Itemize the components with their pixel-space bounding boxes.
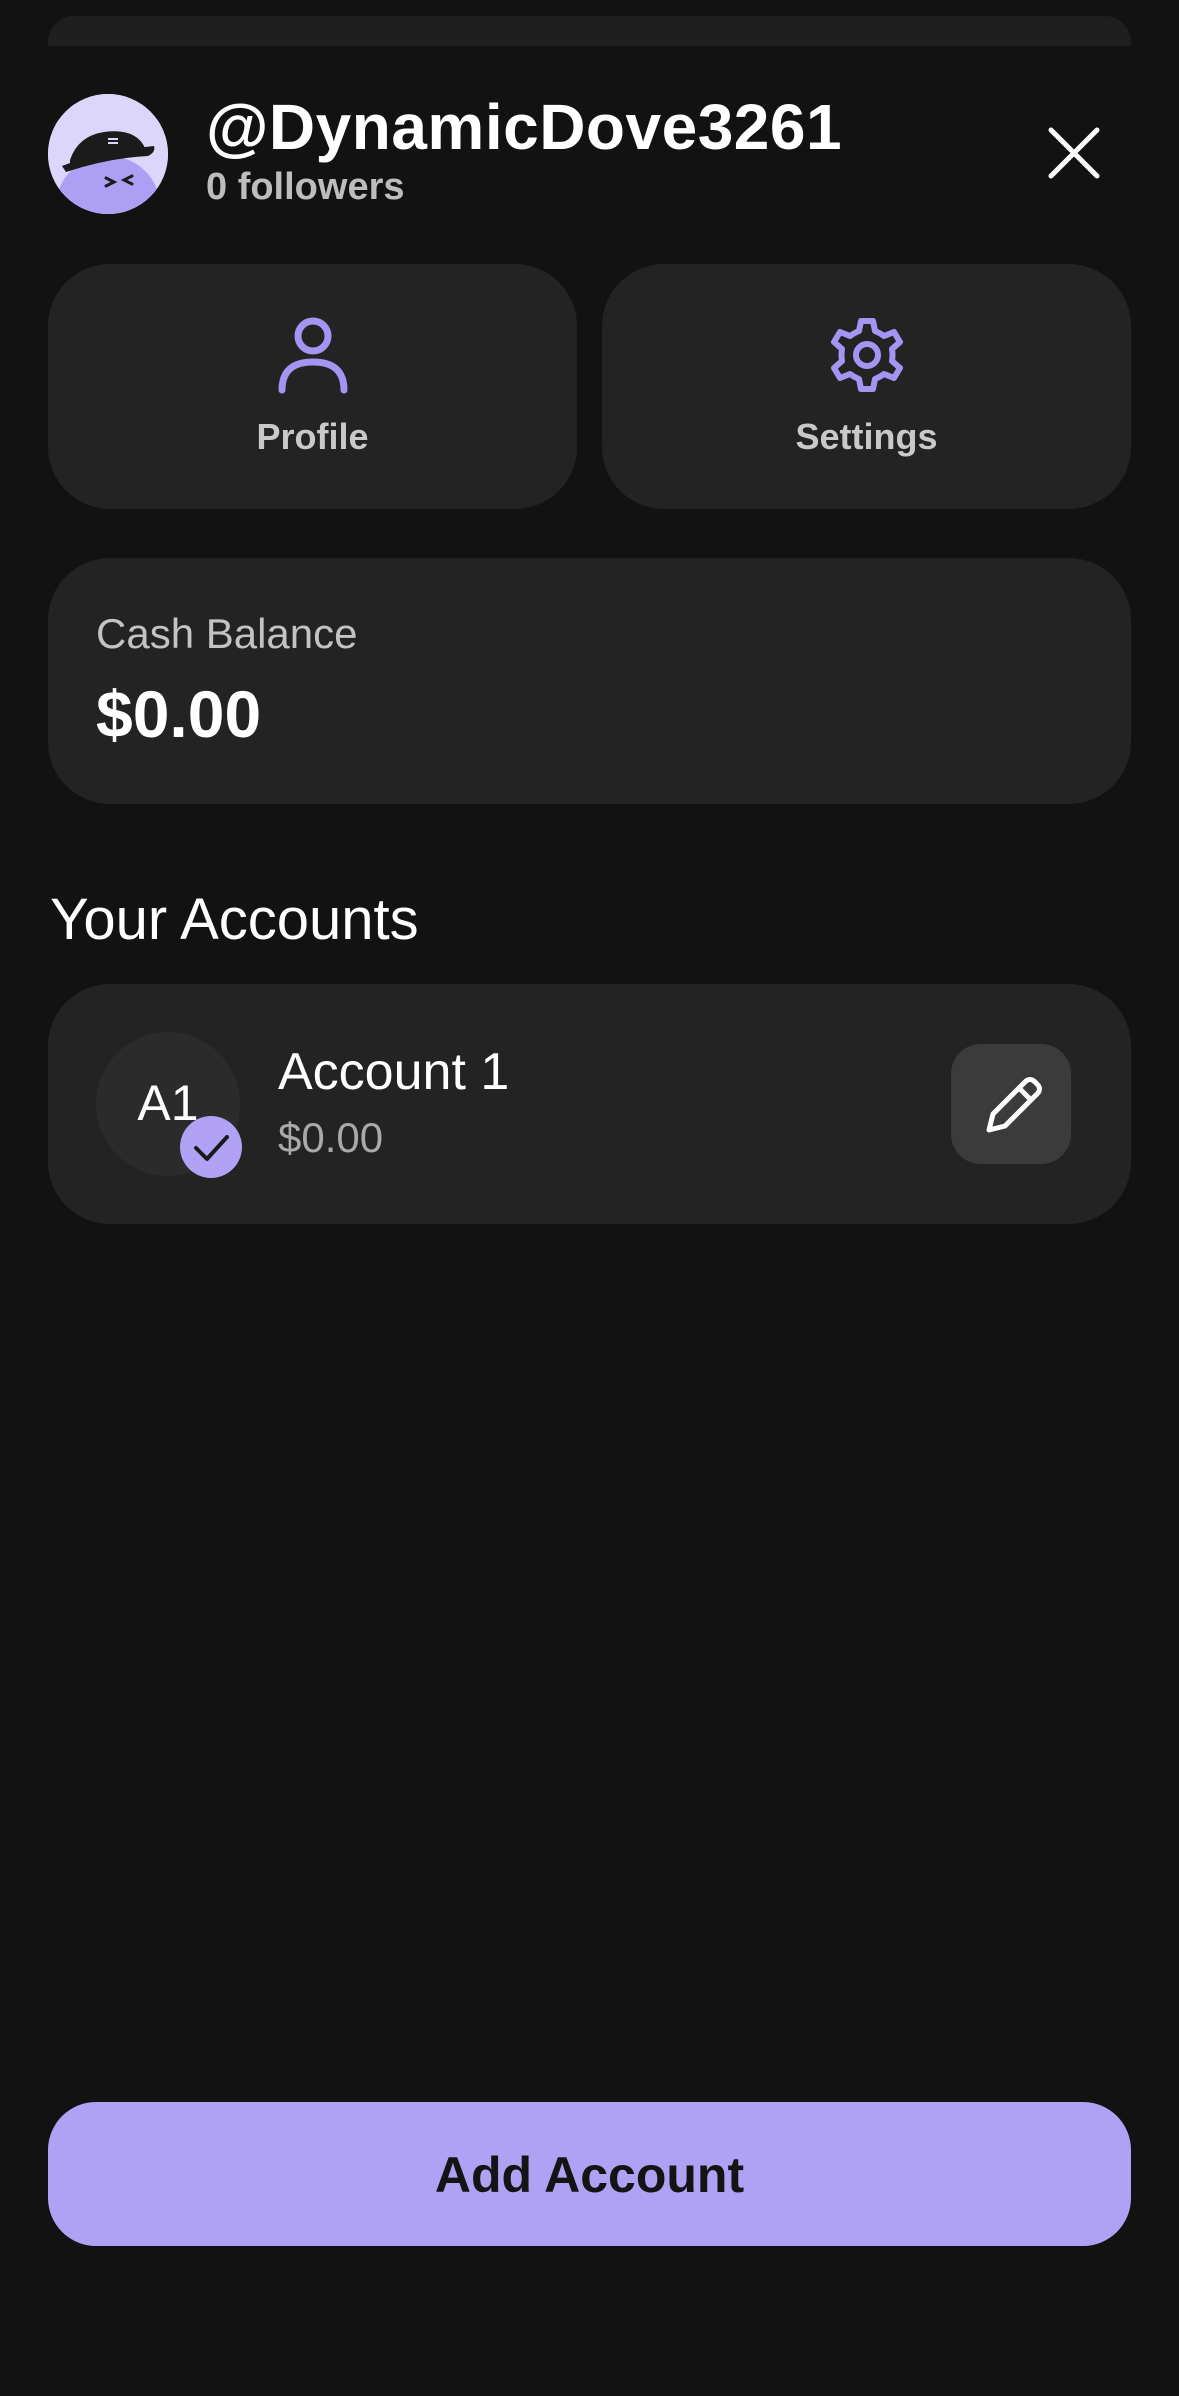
close-icon[interactable] <box>1045 124 1103 182</box>
check-icon <box>180 1116 242 1178</box>
edit-account-button[interactable] <box>951 1044 1071 1164</box>
account-balance: $0.00 <box>278 1114 384 1161</box>
account-switcher-sheet: @DynamicDove3261 0 followers Profile Set… <box>0 0 1179 2396</box>
profile-label: Profile <box>256 416 369 457</box>
your-accounts-heading: Your Accounts <box>50 887 419 952</box>
cash-balance-value: $0.00 <box>96 677 262 751</box>
followers-count[interactable]: 0 followers <box>206 166 405 209</box>
account-avatar: A1 <box>96 1032 242 1178</box>
add-account-button[interactable]: Add Account <box>48 2102 1131 2246</box>
cash-balance-label: Cash Balance <box>96 610 358 657</box>
gear-icon <box>822 310 912 400</box>
settings-button[interactable]: Settings <box>602 264 1131 509</box>
account-name: Account 1 <box>278 1043 510 1101</box>
person-icon <box>268 310 358 400</box>
profile-header: @DynamicDove3261 0 followers <box>48 91 1131 216</box>
profile-button[interactable]: Profile <box>48 264 577 509</box>
account-row[interactable]: A1 Account 1 $0.00 <box>48 984 1131 1224</box>
cash-balance-card: Cash Balance $0.00 <box>48 558 1131 804</box>
username: @DynamicDove3261 <box>206 91 843 163</box>
sheet-handle-edge <box>48 16 1131 46</box>
settings-label: Settings <box>795 416 938 457</box>
dove-avatar-icon[interactable] <box>48 94 168 214</box>
pencil-icon <box>986 1077 1042 1133</box>
add-account-label: Add Account <box>434 2147 745 2203</box>
